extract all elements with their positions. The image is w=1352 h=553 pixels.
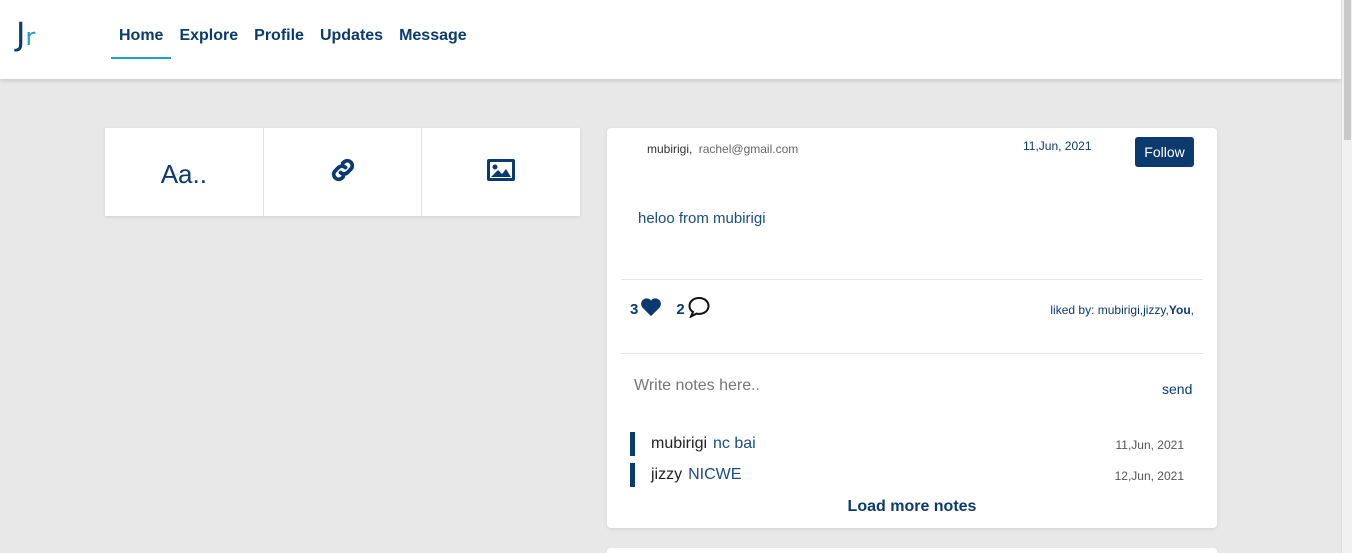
nav-message[interactable]: Message xyxy=(391,0,475,79)
liked-by-users: liked by: mubirigi,jizzy, xyxy=(1050,303,1169,317)
post-author: mubirigi, rachel@gmail.com xyxy=(647,142,798,156)
logo-letter-r: r xyxy=(25,23,36,51)
post-card: mubirigi, rachel@gmail.com 11,Jun, 2021 … xyxy=(607,128,1217,528)
scrollbar-thumb[interactable] xyxy=(1344,0,1351,140)
nav-updates[interactable]: Updates xyxy=(312,0,391,79)
note-text: NICWE xyxy=(688,466,742,483)
follow-button[interactable]: Follow xyxy=(1135,137,1194,167)
note-text: nc bai xyxy=(713,435,756,452)
next-post-card xyxy=(607,548,1217,553)
author-name[interactable]: mubirigi, xyxy=(647,142,692,156)
post-date: 11,Jun, 2021 xyxy=(1023,139,1092,153)
post-stats: 3 2 xyxy=(630,296,725,322)
top-navbar: Jr Home Explore Profile Updates Message xyxy=(0,0,1341,79)
note-date: 12,Jun, 2021 xyxy=(1114,469,1184,483)
nav-home[interactable]: Home xyxy=(111,0,172,79)
note-user[interactable]: jizzy xyxy=(651,466,682,483)
heart-icon xyxy=(640,297,662,321)
notes-input[interactable] xyxy=(634,377,1114,395)
note-user[interactable]: mubirigi xyxy=(651,435,707,452)
send-button[interactable]: send xyxy=(1162,381,1192,397)
author-email: rachel@gmail.com xyxy=(698,142,799,156)
note-item: jizzy NICWE 12,Jun, 2021 xyxy=(630,463,1190,487)
liked-by-suffix: , xyxy=(1190,303,1194,317)
comment-button[interactable]: 2 xyxy=(676,296,710,322)
nav-explore[interactable]: Explore xyxy=(171,0,246,79)
comment-icon xyxy=(687,296,711,322)
page-scrollbar[interactable] xyxy=(1341,0,1352,553)
image-icon xyxy=(486,157,516,188)
liked-by: liked by: mubirigi,jizzy,You, xyxy=(1050,303,1194,317)
note-marker xyxy=(630,432,635,456)
link-icon xyxy=(328,155,358,190)
app-logo[interactable]: Jr xyxy=(16,16,35,55)
divider xyxy=(621,353,1203,354)
comment-count: 2 xyxy=(676,300,685,318)
text-post-option[interactable]: Aa.. xyxy=(105,128,264,216)
note-date: 11,Jun, 2021 xyxy=(1115,438,1184,452)
like-button[interactable]: 3 xyxy=(630,297,662,321)
divider xyxy=(621,279,1203,280)
liked-by-you: You xyxy=(1168,303,1191,317)
main-nav: Home Explore Profile Updates Message xyxy=(111,0,475,79)
image-post-option[interactable] xyxy=(422,128,580,216)
post-body: heloo from mubirigi xyxy=(638,210,766,227)
note-item: mubirigi nc bai 11,Jun, 2021 xyxy=(630,432,1190,456)
post-composer: Aa.. xyxy=(105,128,580,216)
link-post-option[interactable] xyxy=(264,128,423,216)
load-more-notes-button[interactable]: Load more notes xyxy=(607,498,1217,516)
nav-profile[interactable]: Profile xyxy=(246,0,312,79)
like-count: 3 xyxy=(630,300,639,318)
note-marker xyxy=(630,463,635,487)
text-post-label: Aa.. xyxy=(160,158,207,189)
